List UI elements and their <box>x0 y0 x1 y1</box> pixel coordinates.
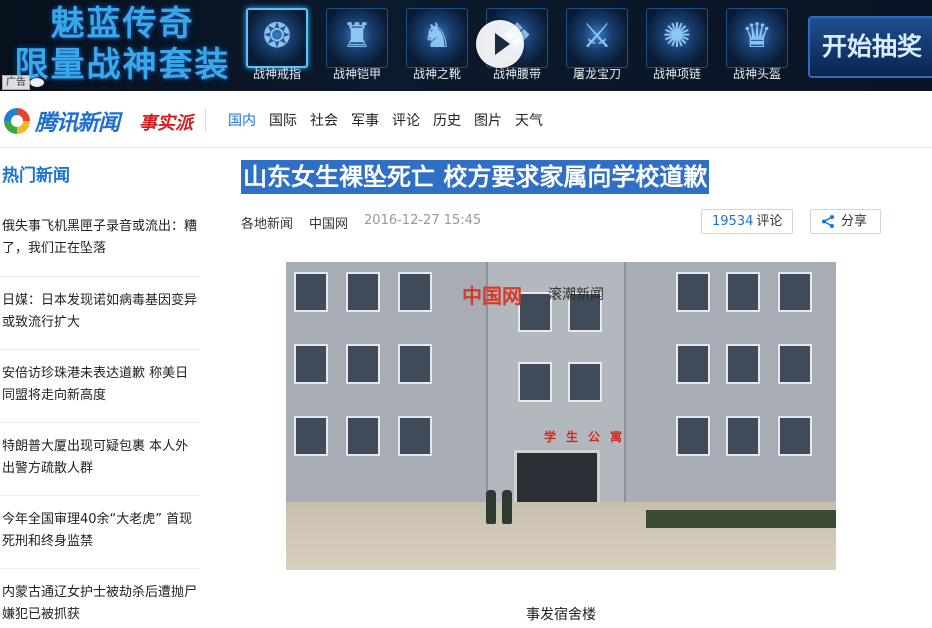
share-button[interactable]: 分享 <box>810 209 881 234</box>
hot-news-list: 俄失事飞机黑匣子录音或流出：糟了，我们正在坠落 日媒：日本发现诺如病毒基因变异 … <box>0 206 200 628</box>
comment-count: 19534 <box>712 214 754 229</box>
banner-item-label: 战神戒指 <box>252 67 301 81</box>
site-logo-sub[interactable]: 事实派 <box>139 109 193 135</box>
main-nav: 国内 国际 社会 军事 评论 历史 图片 天气 <box>228 112 543 130</box>
banner-item-5[interactable]: ✺ 战神项链 <box>640 6 714 86</box>
nav-item-military[interactable]: 军事 <box>351 112 379 130</box>
banner-item-0[interactable]: ❂ 战神戒指 <box>240 6 314 86</box>
banner-title-line2: 限量战神套装 <box>14 45 231 85</box>
photo-caption: 事发宿舍楼 <box>526 607 596 623</box>
banner-title: 魅蓝传奇 限量战神套装 <box>10 4 235 86</box>
nav-item-history[interactable]: 历史 <box>433 112 461 130</box>
nav-item-society[interactable]: 社会 <box>310 112 338 130</box>
article-source[interactable]: 中国网 <box>309 213 348 232</box>
banner-item-label: 屠龙宝刀 <box>572 67 621 81</box>
banner-item-6[interactable]: ♛ 战神头盔 <box>720 6 794 86</box>
hot-news-item[interactable]: 日媒：日本发现诺如病毒基因变异 或致流行扩大 <box>0 276 200 349</box>
banner-title-line1: 魅蓝传奇 <box>50 4 195 44</box>
nav-item-photos[interactable]: 图片 <box>474 112 502 130</box>
banner-item-label: 战神铠甲 <box>332 67 381 81</box>
hot-news-item[interactable]: 俄失事飞机黑匣子录音或流出：糟了，我们正在坠落 <box>0 206 200 276</box>
photo-watermark-2: 滚潮新闻 <box>548 287 604 303</box>
banner-item-label: 战神头盔 <box>732 67 781 81</box>
photo-dorm-sign: 学生公寓 <box>544 430 633 444</box>
banner-item-label: 战神项链 <box>652 67 701 81</box>
site-header: 腾讯新闻 事实派 国内 国际 社会 军事 评论 历史 图片 天气 <box>0 92 932 148</box>
article-headline: 山东女生裸坠死亡 校方要求家属向学校道歉 <box>241 160 710 194</box>
banner-item-label: 战神腰带 <box>492 67 541 81</box>
share-icon <box>822 215 834 228</box>
article-category[interactable]: 各地新闻 <box>241 213 293 232</box>
banner-item-1[interactable]: ♜ 战神铠甲 <box>320 6 394 86</box>
photo-entrance <box>514 450 600 506</box>
start-lottery-button[interactable]: 开始抽奖 <box>808 16 932 78</box>
photo-hedge <box>646 510 836 528</box>
nav-divider <box>205 108 206 132</box>
hot-news-sidebar: 热门新闻 俄失事飞机黑匣子录音或流出：糟了，我们正在坠落 日媒：日本发现诺如病毒… <box>0 160 200 628</box>
article-meta: 各地新闻 中国网 2016-12-27 15:45 <box>241 213 481 232</box>
article-time: 2016-12-27 15:45 <box>364 213 482 228</box>
nav-item-commentary[interactable]: 评论 <box>392 112 420 130</box>
article-photo[interactable]: 学生公寓 中国网 滚潮新闻 <box>286 262 836 570</box>
hot-news-item[interactable]: 内蒙古通辽女护士被劫杀后遭抛尸 嫌犯已被抓获 <box>0 568 200 628</box>
banner-item-label: 战神之靴 <box>412 67 461 81</box>
photo-watermark: 中国网 <box>462 284 522 308</box>
site-logo-text[interactable]: 腾讯新闻 <box>35 105 120 137</box>
tencent-logo-icon[interactable] <box>4 108 32 134</box>
ad-logo-icon <box>30 78 44 87</box>
banner-item-2[interactable]: ♞ 战神之靴 <box>400 6 474 86</box>
banner-item-4[interactable]: ⚔ 屠龙宝刀 <box>560 6 634 86</box>
hot-news-item[interactable]: 特朗普大厦出现可疑包裹 本人外出警方疏散人群 <box>0 422 200 495</box>
ad-label: 广告 <box>2 75 30 90</box>
nav-item-domestic[interactable]: 国内 <box>228 112 256 130</box>
nav-item-international[interactable]: 国际 <box>269 112 297 130</box>
comment-button[interactable]: 19534 评论 <box>701 209 794 234</box>
sidebar-title: 热门新闻 <box>2 166 70 186</box>
play-button[interactable] <box>476 20 524 68</box>
share-label: 分享 <box>841 214 868 229</box>
nav-item-weather[interactable]: 天气 <box>515 112 543 130</box>
ad-banner[interactable]: 魅蓝传奇 限量战神套装 广告 ❂ 战神戒指 ♜ 战神铠甲 ♞ 战神之靴 ❖ 战神… <box>0 0 932 91</box>
comment-label: 评论 <box>756 214 783 229</box>
hot-news-item[interactable]: 安倍访珍珠港未表达道歉 称美日同盟将走向新高度 <box>0 349 200 422</box>
hot-news-item[interactable]: 今年全国审理40余“大老虎” 首现死刑和终身监禁 <box>0 495 200 568</box>
